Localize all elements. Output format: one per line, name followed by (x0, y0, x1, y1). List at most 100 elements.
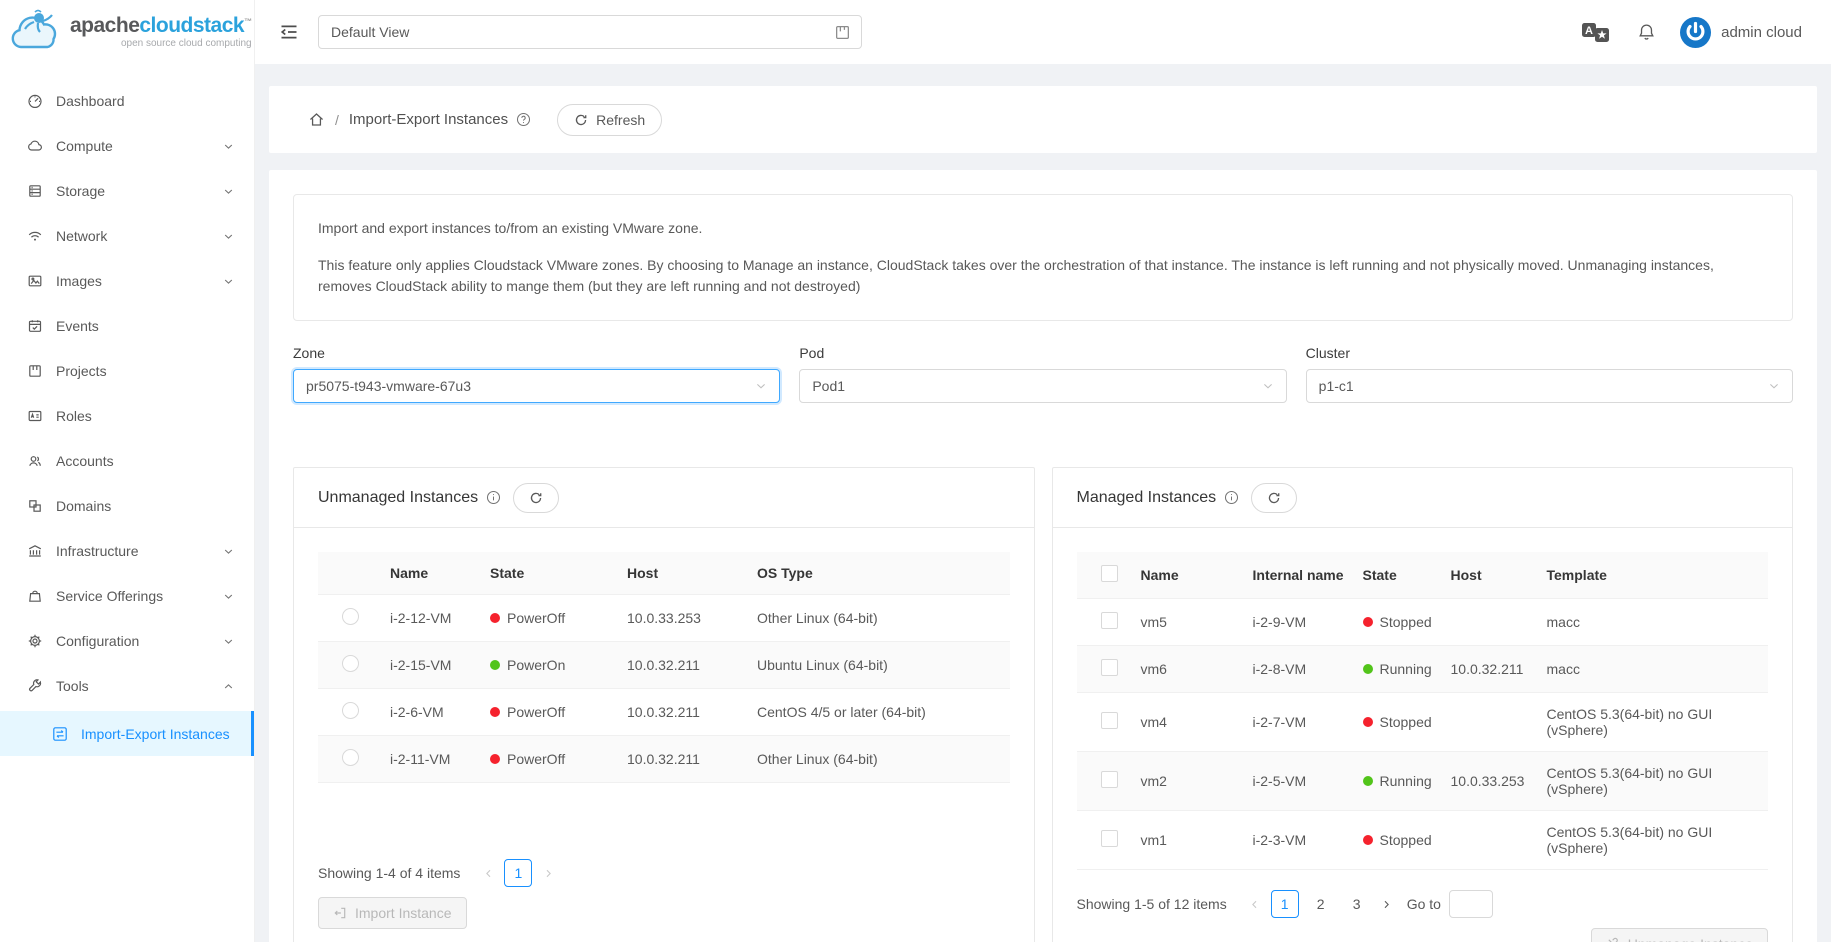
topbar-right: A admin cloud (1582, 17, 1802, 48)
status-label: Running (1380, 773, 1432, 789)
cluster-select[interactable]: p1-c1 (1306, 369, 1793, 403)
status-dot (1363, 617, 1373, 627)
pod-select-value: Pod1 (812, 378, 1261, 394)
info-icon[interactable] (1224, 490, 1239, 505)
sidebar-item-label: Dashboard (56, 93, 125, 109)
table-row[interactable]: i-2-6-VM PowerOff 10.0.32.211 CentOS 4/5… (318, 689, 1010, 736)
sidebar-item-dashboard[interactable]: Dashboard (0, 81, 254, 121)
row-checkbox[interactable] (1101, 771, 1118, 788)
page-number[interactable]: 1 (1271, 890, 1299, 918)
row-checkbox[interactable] (1101, 612, 1118, 629)
table-row[interactable]: vm1 i-2-3-VM Stopped CentOS 5.3(64-bit) … (1077, 811, 1769, 870)
unmanaged-table: Name State Host OS Type i-2-12-VM (318, 552, 1010, 783)
unmanaged-refresh-button[interactable] (513, 483, 559, 513)
sidebar-item-network[interactable]: Network (0, 216, 254, 256)
row-checkbox[interactable] (1101, 830, 1118, 847)
instance-template: CentOS 5.3(64-bit) no GUI (vSphere) (1539, 811, 1769, 870)
radio-button[interactable] (342, 608, 359, 625)
logo-apache: apache (70, 14, 139, 37)
row-checkbox[interactable] (1101, 712, 1118, 729)
refresh-button[interactable]: Refresh (557, 104, 662, 136)
app-logo[interactable]: apachecloudstack™ open source cloud comp… (0, 0, 254, 64)
table-row[interactable]: i-2-11-VM PowerOff 10.0.32.211 Other Lin… (318, 736, 1010, 783)
infrastructure-icon (27, 543, 43, 559)
sidebar-item-infrastructure[interactable]: Infrastructure (0, 531, 254, 571)
bell-icon[interactable] (1637, 23, 1656, 42)
unmanaged-instances-panel: Unmanaged Instances Name State (293, 467, 1035, 942)
description-line-2: This feature only applies Cloudstack VMw… (318, 255, 1768, 297)
roles-icon (27, 408, 43, 424)
chevron-down-icon (223, 636, 234, 647)
home-icon[interactable] (308, 111, 325, 128)
unmanage-instance-button[interactable]: Unmanage Instance (1591, 928, 1768, 942)
select-all-checkbox[interactable] (1101, 565, 1118, 582)
next-page-icon[interactable] (536, 859, 560, 887)
pod-select[interactable]: Pod1 (799, 369, 1286, 403)
sidebar-item-service-offerings[interactable]: Service Offerings (0, 576, 254, 616)
instance-name: i-2-11-VM (382, 736, 482, 783)
table-row[interactable]: i-2-15-VM PowerOn 10.0.32.211 Ubuntu Lin… (318, 642, 1010, 689)
sidebar-item-accounts[interactable]: Accounts (0, 441, 254, 481)
user-name[interactable]: admin cloud (1721, 24, 1802, 41)
page-number[interactable]: 3 (1343, 890, 1371, 918)
chevron-down-icon (223, 186, 234, 197)
question-circle-icon[interactable] (516, 112, 531, 127)
sidebar-item-label: Configuration (56, 633, 139, 649)
menu-fold-icon[interactable] (279, 22, 299, 42)
info-icon[interactable] (486, 490, 501, 505)
table-row[interactable]: vm5 i-2-9-VM Stopped macc (1077, 599, 1769, 646)
managed-refresh-button[interactable] (1251, 483, 1297, 513)
sidebar-item-storage[interactable]: Storage (0, 171, 254, 211)
project-view-icon (834, 24, 851, 41)
instance-internal-name: i-2-5-VM (1245, 752, 1355, 811)
sidebar-item-domains[interactable]: Domains (0, 486, 254, 526)
radio-button[interactable] (342, 749, 359, 766)
zone-select[interactable]: pr5075-t943-vmware-67u3 (293, 369, 780, 403)
radio-button[interactable] (342, 655, 359, 672)
chevron-down-icon (1262, 380, 1274, 392)
instance-internal-name: i-2-9-VM (1245, 599, 1355, 646)
prev-page-icon[interactable] (1243, 890, 1267, 918)
instance-template: CentOS 5.3(64-bit) no GUI (vSphere) (1539, 693, 1769, 752)
select-column-header (318, 552, 382, 595)
network-icon (27, 228, 43, 244)
import-instance-button[interactable]: Import Instance (318, 897, 467, 929)
table-row[interactable]: vm2 i-2-5-VM Running 10.0.33.253 CentOS … (1077, 752, 1769, 811)
instance-host (1443, 811, 1539, 870)
sidebar-item-roles[interactable]: Roles (0, 396, 254, 436)
chevron-up-icon (223, 681, 234, 692)
status-label: PowerOn (507, 657, 565, 673)
view-select[interactable]: Default View (318, 15, 862, 49)
sidebar-item-projects[interactable]: Projects (0, 351, 254, 391)
chevron-down-icon (223, 141, 234, 152)
sidebar-item-configuration[interactable]: Configuration (0, 621, 254, 661)
user-avatar[interactable] (1680, 17, 1711, 48)
instance-name: vm1 (1133, 811, 1245, 870)
table-row[interactable]: vm6 i-2-8-VM Running 10.0.32.211 macc (1077, 646, 1769, 693)
row-checkbox[interactable] (1101, 659, 1118, 676)
goto-page-input[interactable] (1449, 890, 1493, 918)
table-row[interactable]: i-2-12-VM PowerOff 10.0.33.253 Other Lin… (318, 595, 1010, 642)
sidebar-item-compute[interactable]: Compute (0, 126, 254, 166)
accounts-icon (27, 453, 43, 469)
events-icon (27, 318, 43, 334)
page-number[interactable]: 2 (1307, 890, 1335, 918)
sidebar-item-tools[interactable]: Tools (0, 666, 254, 706)
page-number[interactable]: 1 (504, 859, 532, 887)
table-row[interactable]: vm4 i-2-7-VM Stopped CentOS 5.3(64-bit) … (1077, 693, 1769, 752)
sidebar-item-images[interactable]: Images (0, 261, 254, 301)
translate-icon[interactable]: A (1582, 22, 1609, 43)
sidebar-item-label: Service Offerings (56, 588, 163, 604)
content-area: / Import-Export Instances Refresh Import… (255, 64, 1831, 942)
next-page-icon[interactable] (1375, 890, 1399, 918)
instance-name: i-2-12-VM (382, 595, 482, 642)
cluster-select-value: p1-c1 (1319, 378, 1768, 394)
sidebar-item-import-export-instances[interactable]: Import-Export Instances (0, 711, 254, 756)
radio-button[interactable] (342, 702, 359, 719)
prev-page-icon[interactable] (476, 859, 500, 887)
sidebar-item-events[interactable]: Events (0, 306, 254, 346)
column-header-host: Host (619, 552, 749, 595)
sidebar-item-label: Storage (56, 183, 105, 199)
sidebar-item-label: Network (56, 228, 107, 244)
status-dot (1363, 717, 1373, 727)
